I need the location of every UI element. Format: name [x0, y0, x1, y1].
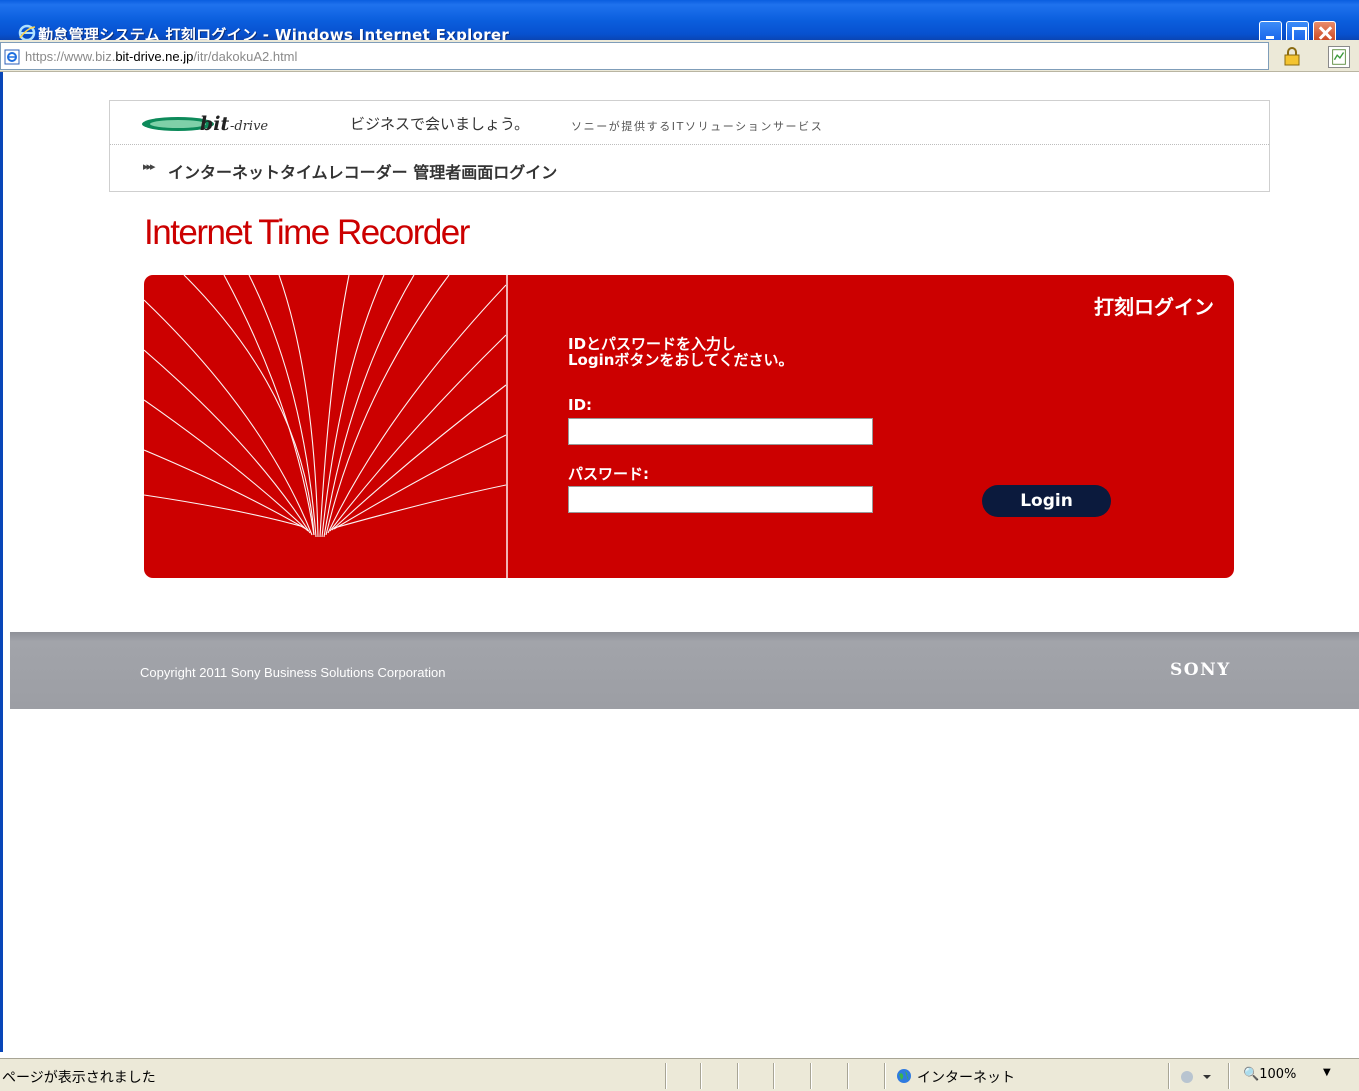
tagline-sub: ソニーが提供するITソリューションサービス — [571, 120, 824, 133]
report-icon[interactable] — [1328, 46, 1350, 68]
admin-login-title: インターネットタイムレコーダー 管理者画面ログイン — [168, 163, 558, 182]
instruction-line-1: IDとパスワードを入力し — [568, 335, 737, 353]
svg-text:bit: bit — [200, 113, 230, 135]
zone-text: インターネット — [917, 1070, 1015, 1086]
decorative-lines-art — [144, 275, 506, 538]
app-title: Internet Time Recorder — [144, 213, 470, 252]
id-label: ID: — [568, 396, 593, 414]
arrows-icon: ▸▸▸ — [143, 160, 156, 173]
lock-icon[interactable] — [1283, 46, 1301, 66]
panel-divider — [506, 275, 508, 578]
admin-login-row: ▸▸▸ インターネットタイムレコーダー 管理者画面ログイン — [110, 146, 1269, 192]
instructions: IDとパスワードを入力し Loginボタンをおしてください。 — [568, 336, 794, 368]
protected-mode-icon[interactable] — [1179, 1067, 1213, 1085]
password-field[interactable] — [568, 486, 873, 513]
url-prefix: https://www.biz. — [25, 49, 116, 64]
sony-logo: SONY — [1170, 660, 1231, 680]
brand-row: bit -drive ビジネスで会いましょう。 ソニーが提供するITソリューショ… — [110, 101, 1269, 145]
status-separator — [737, 1063, 739, 1089]
status-separator — [700, 1063, 702, 1089]
zoom-dropdown-icon[interactable]: ▼ — [1323, 1067, 1331, 1078]
bit-drive-logo[interactable]: bit -drive — [138, 112, 328, 136]
instruction-line-2: Loginボタンをおしてください。 — [568, 351, 794, 369]
window-titlebar: 勤怠管理システム 打刻ログイン - Windows Internet Explo… — [0, 0, 1359, 44]
panel-heading: 打刻ログイン — [1094, 295, 1214, 319]
page-footer: Copyright 2011 Sony Business Solutions C… — [10, 632, 1359, 709]
status-separator — [773, 1063, 775, 1089]
id-field[interactable] — [568, 418, 873, 445]
address-field[interactable]: https://www.biz.bit-drive.ne.jp/itr/dako… — [0, 42, 1269, 70]
status-separator — [665, 1063, 667, 1089]
status-bar: ページが表示されました インターネット 🔍100% ▼ — [0, 1058, 1359, 1091]
site-header: bit -drive ビジネスで会いましょう。 ソニーが提供するITソリューショ… — [109, 100, 1270, 192]
status-separator — [847, 1063, 849, 1089]
status-text: ページが表示されました — [2, 1070, 156, 1086]
login-panel: 打刻ログイン IDとパスワードを入力し Loginボタンをおしてください。 ID… — [144, 275, 1234, 578]
url-path: /itr/dakokuA2.html — [193, 49, 298, 64]
zoom-icon: 🔍 — [1243, 1067, 1260, 1082]
page-icon — [4, 49, 20, 65]
address-bar: https://www.biz.bit-drive.ne.jp/itr/dako… — [0, 40, 1359, 72]
zoom-value: 100% — [1259, 1067, 1297, 1082]
status-separator — [1168, 1063, 1170, 1089]
password-label: パスワード: — [568, 465, 649, 483]
internet-zone-icon — [897, 1069, 911, 1083]
zoom-level[interactable]: 🔍100% — [1243, 1067, 1296, 1082]
svg-text:-drive: -drive — [230, 119, 268, 134]
url-host: bit-drive.ne.jp — [115, 49, 194, 64]
login-button[interactable]: Login — [982, 485, 1111, 517]
status-separator — [1228, 1063, 1230, 1089]
status-separator — [810, 1063, 812, 1089]
status-separator — [884, 1063, 886, 1089]
address-url: https://www.biz.bit-drive.ne.jp/itr/dako… — [25, 49, 297, 64]
tagline: ビジネスで会いましょう。 — [350, 115, 530, 133]
copyright-text: Copyright 2011 Sony Business Solutions C… — [140, 665, 446, 680]
window-frame — [0, 72, 10, 1052]
